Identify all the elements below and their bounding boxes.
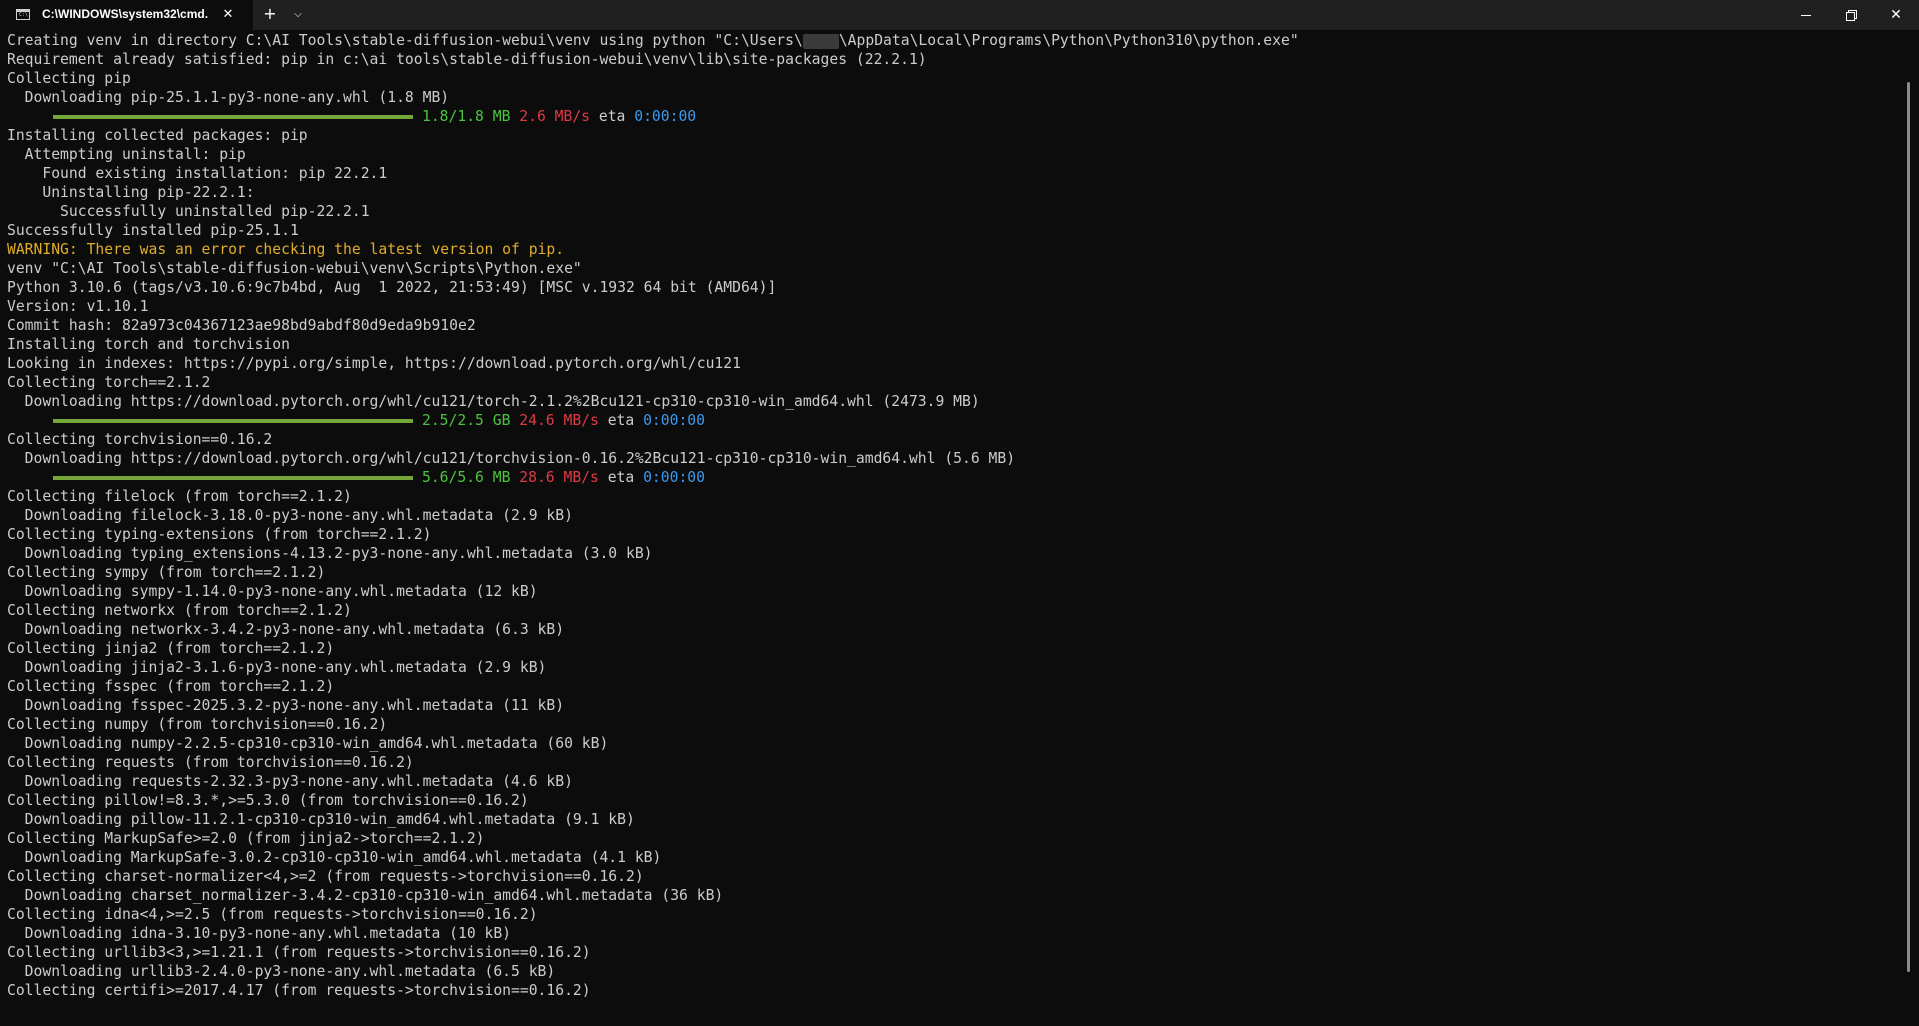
download-size: 5.6/5.6 MB	[422, 469, 511, 486]
output-line: Collecting requests (from torchvision==0…	[7, 754, 414, 771]
output-line: Uninstalling pip-22.2.1:	[7, 184, 255, 201]
output-line: Downloading fsspec-2025.3.2-py3-none-any…	[7, 697, 565, 714]
output-line: Collecting jinja2 (from torch==2.1.2)	[7, 640, 335, 657]
output-line: Python 3.10.6 (tags/v3.10.6:9c7b4bd, Aug…	[7, 279, 777, 296]
close-icon: ✕	[1890, 7, 1902, 23]
tab-title: C:\WINDOWS\system32\cmd.	[42, 7, 209, 21]
redacted-username	[802, 33, 839, 49]
output-line: Found existing installation: pip 22.2.1	[7, 165, 388, 182]
title-bar[interactable]: C:\ C:\WINDOWS\system32\cmd. ✕ + ⌵ ✕	[0, 0, 1919, 30]
output-line: Collecting typing-extensions (from torch…	[7, 526, 432, 543]
output-line: Collecting urllib3<3,>=1.21.1 (from requ…	[7, 944, 591, 961]
output-line: Downloading https://download.pytorch.org…	[7, 393, 980, 410]
output-line: Collecting fsspec (from torch==2.1.2)	[7, 678, 335, 695]
eta-value: 0:00:00	[643, 412, 705, 429]
cmd-icon: C:\	[16, 9, 30, 20]
eta-label: eta	[607, 469, 635, 486]
output-line: Installing torch and torchvision	[7, 336, 290, 353]
output-line: Collecting networkx (from torch==2.1.2)	[7, 602, 352, 619]
progress-bar	[53, 476, 413, 480]
output-line: Looking in indexes: https://pypi.org/sim…	[7, 355, 741, 372]
progress-line: 1.8/1.8 MB 2.6 MB/s eta 0:00:00	[7, 107, 1897, 126]
output-line: Collecting MarkupSafe>=2.0 (from jinja2-…	[7, 830, 485, 847]
output-line: Successfully uninstalled pip-22.2.1	[7, 203, 370, 220]
output-line: Collecting idna<4,>=2.5 (from requests->…	[7, 906, 538, 923]
output-line: Downloading MarkupSafe-3.0.2-cp310-cp310…	[7, 849, 662, 866]
eta-value: 0:00:00	[634, 108, 697, 125]
eta-value: 0:00:00	[643, 469, 705, 486]
output-line: Downloading pillow-11.2.1-cp310-cp310-wi…	[7, 811, 635, 828]
terminal-output[interactable]: Creating venv in directory C:\AI Tools\s…	[0, 30, 1919, 1026]
chevron-down-icon[interactable]: ⌵	[286, 3, 310, 27]
output-line: Collecting certifi>=2017.4.17 (from requ…	[7, 982, 591, 999]
download-size: 2.5/2.5 GB	[422, 412, 511, 429]
tab-cmd[interactable]: C:\ C:\WINDOWS\system32\cmd. ✕	[0, 0, 253, 30]
output-line: Installing collected packages: pip	[7, 127, 308, 144]
eta-label: eta	[607, 412, 635, 429]
close-tab-icon[interactable]: ✕	[218, 4, 238, 26]
download-speed: 24.6 MB/s	[519, 412, 599, 429]
output-line: Attempting uninstall: pip	[7, 146, 246, 163]
progress-line: 2.5/2.5 GB 24.6 MB/s eta 0:00:00	[7, 411, 1897, 430]
download-size: 1.8/1.8 MB	[422, 108, 511, 125]
output-line: Downloading networkx-3.4.2-py3-none-any.…	[7, 621, 565, 638]
minimize-button[interactable]	[1782, 0, 1828, 30]
output-line: Downloading idna-3.10-py3-none-any.whl.m…	[7, 925, 512, 942]
output-line: Collecting torch==2.1.2	[7, 374, 211, 391]
output-line: Downloading charset_normalizer-3.4.2-cp3…	[7, 887, 724, 904]
new-tab-button[interactable]: +	[258, 3, 282, 27]
output-line: Creating venv in directory C:\AI Tools\s…	[7, 32, 1299, 49]
progress-bar	[53, 115, 413, 119]
download-speed: 2.6 MB/s	[519, 108, 591, 125]
download-speed: 28.6 MB/s	[519, 469, 599, 486]
output-line: Version: v1.10.1	[7, 298, 149, 315]
output-line: Downloading typing_extensions-4.13.2-py3…	[7, 545, 653, 562]
warning-line: WARNING: There was an error checking the…	[7, 241, 565, 258]
output-line: Downloading numpy-2.2.5-cp310-cp310-win_…	[7, 735, 609, 752]
output-line: Downloading sympy-1.14.0-py3-none-any.wh…	[7, 583, 538, 600]
output-line: Collecting pip	[7, 70, 131, 87]
maximize-button[interactable]	[1828, 0, 1874, 30]
output-line: venv "C:\AI Tools\stable-diffusion-webui…	[7, 260, 582, 277]
output-line: Downloading urllib3-2.4.0-py3-none-any.w…	[7, 963, 556, 980]
progress-bar	[53, 419, 413, 423]
output-line: Successfully installed pip-25.1.1	[7, 222, 299, 239]
output-line: Collecting pillow!=8.3.*,>=5.3.0 (from t…	[7, 792, 529, 809]
output-line: Downloading filelock-3.18.0-py3-none-any…	[7, 507, 573, 524]
output-line: Commit hash: 82a973c04367123ae98bd9abdf8…	[7, 317, 476, 334]
output-line: Collecting numpy (from torchvision==0.16…	[7, 716, 388, 733]
minimize-icon	[1801, 15, 1811, 16]
close-window-button[interactable]: ✕	[1873, 0, 1919, 30]
output-line: Requirement already satisfied: pip in c:…	[7, 51, 927, 68]
output-line: Collecting filelock (from torch==2.1.2)	[7, 488, 352, 505]
output-line: Collecting charset-normalizer<4,>=2 (fro…	[7, 868, 644, 885]
output-line: Collecting torchvision==0.16.2	[7, 431, 273, 448]
output-line: Downloading jinja2-3.1.6-py3-none-any.wh…	[7, 659, 547, 676]
progress-line: 5.6/5.6 MB 28.6 MB/s eta 0:00:00	[7, 468, 1897, 487]
eta-label: eta	[598, 108, 626, 125]
output-line: Collecting sympy (from torch==2.1.2)	[7, 564, 326, 581]
output-line: Downloading pip-25.1.1-py3-none-any.whl …	[7, 89, 450, 106]
output-line: Downloading requests-2.32.3-py3-none-any…	[7, 773, 573, 790]
scrollbar[interactable]	[1907, 82, 1910, 972]
output-line: Downloading https://download.pytorch.org…	[7, 450, 1016, 467]
terminal-window: C:\ C:\WINDOWS\system32\cmd. ✕ + ⌵ ✕ Cre…	[0, 0, 1919, 1026]
